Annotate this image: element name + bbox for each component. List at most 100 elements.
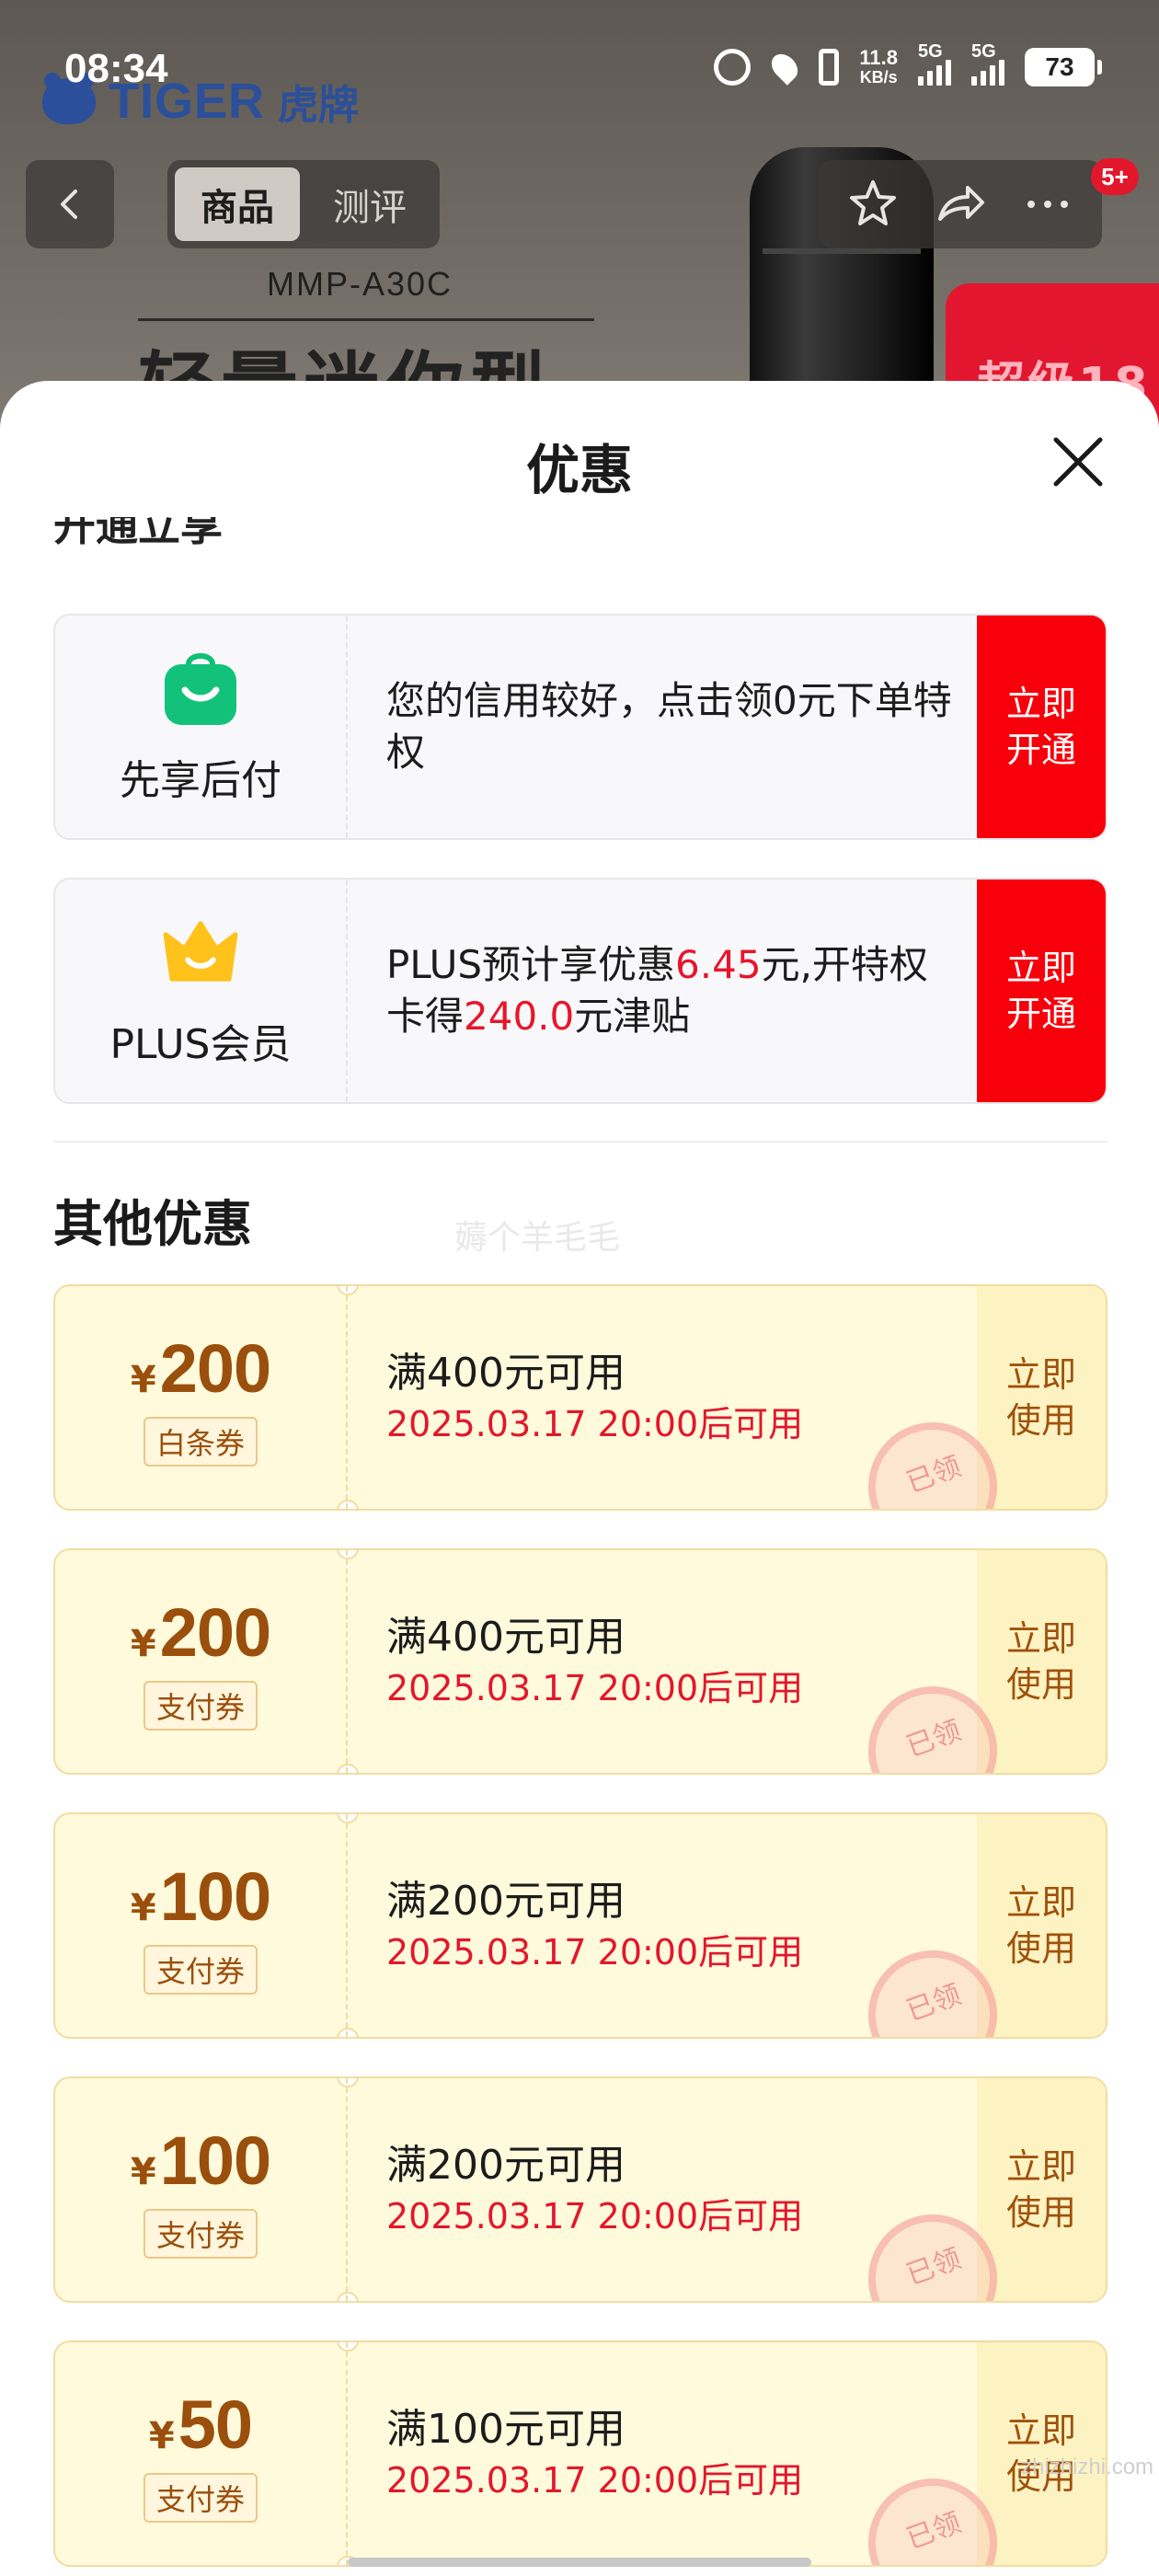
signal-icon-sim2: 5G: [971, 41, 1004, 86]
coupon-type-badge: 白条券: [143, 1416, 258, 1466]
privilege-desc-text: PLUS预计享优惠: [386, 942, 676, 987]
location-icon: [766, 49, 804, 86]
close-icon: [1053, 437, 1103, 487]
privilege-name: 先享后付: [120, 757, 281, 804]
status-time: 08:34: [64, 46, 168, 91]
sheet-title: 优惠: [525, 439, 633, 501]
use-now-label: 立即使用: [1005, 2410, 1076, 2497]
star-icon: [850, 180, 897, 225]
shopping-bag-icon: [165, 653, 236, 725]
use-now-label: 立即使用: [1005, 1882, 1076, 1969]
back-button[interactable]: [26, 160, 114, 248]
coupon-card[interactable]: ¥ 100 支付券 满200元可用 2025.03.17 20:00后可用 已领…: [53, 2076, 1107, 2303]
coupon-valid-time: 2025.03.17 20:00后可用: [386, 2460, 804, 2501]
claimed-stamp-text: 已领: [902, 2242, 966, 2292]
sim1-label: 5G: [918, 41, 943, 62]
product-model: MMP-A30C: [267, 265, 453, 303]
network-speed-value: 11.8: [859, 46, 898, 69]
crown-icon: [163, 921, 238, 982]
signal-icon-sim1: 5G: [918, 41, 951, 86]
coupon-card[interactable]: ¥ 50 支付券 满100元可用 2025.03.17 20:00后可用 已领 …: [53, 2340, 1107, 2567]
tab-product[interactable]: 商品: [175, 167, 300, 241]
network-speed-unit: KB/s: [859, 68, 898, 86]
currency-symbol: ¥: [130, 2150, 156, 2193]
currency-symbol: ¥: [148, 2414, 175, 2457]
coupon-type-badge: 支付券: [143, 1680, 258, 1731]
vibrate-icon: [819, 49, 840, 86]
coupon-condition: 满200元可用: [386, 2142, 625, 2189]
coupon-card[interactable]: ¥ 100 支付券 满200元可用 2025.03.17 20:00后可用 已领…: [53, 1812, 1107, 2039]
coupon-valid-time: 2025.03.17 20:00后可用: [386, 2196, 804, 2237]
use-now-label: 立即使用: [1005, 2146, 1076, 2233]
top-actions: [819, 160, 1102, 248]
share-icon: [937, 186, 984, 221]
coupon-card[interactable]: ¥ 200 白条券 满400元可用 2025.03.17 20:00后可用 已领…: [53, 1284, 1107, 1511]
currency-symbol: ¥: [130, 1622, 156, 1665]
privilege-discount-value: 6.45: [675, 942, 762, 987]
network-speed: 11.8 KB/s: [859, 46, 898, 87]
tab-review[interactable]: 测评: [307, 167, 432, 241]
coupon-type-badge: 支付券: [143, 2208, 258, 2259]
coupon-amount-value: 100: [159, 1857, 271, 1935]
close-button[interactable]: [1049, 432, 1107, 491]
activate-button[interactable]: 立即开通: [977, 615, 1106, 838]
coupon-amount-value: 200: [159, 1593, 271, 1671]
coupon-valid-time: 2025.03.17 20:00后可用: [386, 1932, 804, 1972]
coupon-amount: ¥ 100: [130, 2122, 271, 2200]
more-icon: [1027, 201, 1068, 208]
coupon-valid-time: 2025.03.17 20:00后可用: [386, 1404, 804, 1444]
use-now-label: 立即使用: [1005, 1618, 1076, 1705]
site-watermark: zhizhizhi.com: [1021, 2455, 1154, 2479]
privilege-body: 您的信用较好，点击领0元下单特权: [348, 615, 977, 838]
claimed-stamp-text: 已领: [902, 1714, 966, 1764]
alarm-icon: [714, 49, 752, 86]
coupon-type-badge: 支付券: [143, 2472, 258, 2523]
discount-sheet: 优惠 开通立享 先享后付 您的信用较好，点击领0元下单特权 立即开通 PLUS会…: [0, 381, 1159, 2576]
privilege-left: 先享后付: [55, 615, 348, 838]
claimed-stamp-text: 已领: [902, 2506, 966, 2556]
favorite-button[interactable]: [836, 167, 910, 241]
section-heading-text: 开通立享: [53, 517, 223, 548]
activate-label: 立即开通: [1005, 684, 1076, 770]
coupon-card[interactable]: ¥ 200 支付券 满400元可用 2025.03.17 20:00后可用 已领…: [53, 1548, 1107, 1775]
coupon-amount: ¥ 50: [148, 2386, 253, 2464]
privilege-desc-text: 元津贴: [574, 994, 691, 1039]
page-tabs: 商品 测评: [167, 160, 440, 248]
coupon-amount: ¥ 200: [130, 1593, 271, 1672]
more-button[interactable]: [1011, 167, 1084, 241]
currency-symbol: ¥: [130, 1886, 156, 1929]
privilege-desc: 您的信用较好，点击领0元下单特权: [386, 675, 958, 778]
share-button[interactable]: [924, 167, 997, 241]
message-badge: 5+: [1091, 158, 1139, 195]
home-indicator[interactable]: [348, 2558, 811, 2567]
activate-button[interactable]: 立即开通: [977, 880, 1106, 1102]
coupon-amount-value: 200: [159, 1329, 271, 1407]
privilege-allowance-value: 240.0: [464, 994, 575, 1039]
claimed-stamp-text: 已领: [902, 1450, 966, 1500]
coupon-amount-value: 50: [178, 2386, 253, 2463]
coupon-condition: 满100元可用: [386, 2406, 625, 2453]
coupon-type-badge: 支付券: [143, 1944, 258, 1995]
coupon-condition: 满400元可用: [386, 1614, 625, 1661]
battery-icon: 73: [1025, 48, 1102, 86]
activate-label: 立即开通: [1005, 948, 1076, 1034]
battery-level: 73: [1045, 52, 1074, 81]
coupon-amount: ¥ 100: [130, 1857, 271, 1936]
use-now-label: 立即使用: [1005, 1354, 1076, 1441]
coupon-amount: ¥ 200: [131, 1329, 271, 1408]
sim2-label: 5G: [971, 41, 996, 62]
coupon-valid-time: 2025.03.17 20:00后可用: [386, 1668, 804, 1708]
divider: [138, 318, 594, 321]
divider: [53, 1141, 1107, 1143]
privilege-body: PLUS预计享优惠6.45元,开特权卡得240.0元津贴: [348, 880, 977, 1102]
privilege-desc: PLUS预计享优惠6.45元,开特权卡得240.0元津贴: [386, 939, 958, 1042]
coupon-value: ¥ 100 支付券: [55, 2078, 348, 2301]
section-heading-partial: 开通立享: [53, 517, 223, 548]
other-discounts-title: 其他优惠: [53, 1195, 252, 1253]
coupon-value: ¥ 100 支付券: [55, 1814, 348, 2037]
coupon-value: ¥ 200 白条券: [55, 1286, 348, 1509]
coupon-condition: 满400元可用: [386, 1350, 625, 1397]
privilege-card[interactable]: PLUS会员 PLUS预计享优惠6.45元,开特权卡得240.0元津贴 立即开通: [53, 878, 1107, 1104]
privilege-left: PLUS会员: [55, 880, 348, 1102]
privilege-card[interactable]: 先享后付 您的信用较好，点击领0元下单特权 立即开通: [53, 614, 1107, 840]
